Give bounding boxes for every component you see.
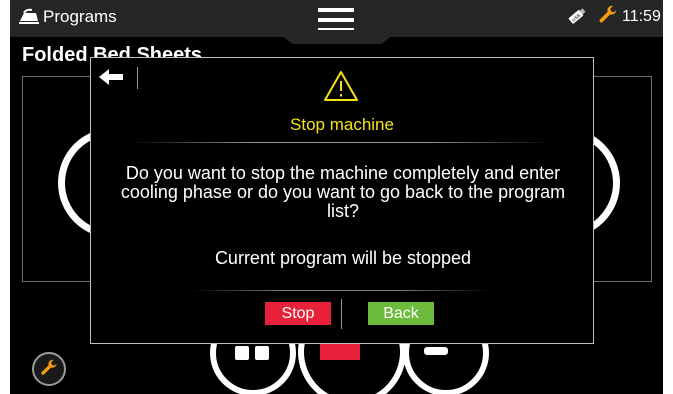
wrench-icon[interactable] [597,5,619,27]
usb-stick-icon: USB [568,8,586,24]
wrench-icon [41,359,57,375]
stop-icon [320,344,360,360]
divider [131,142,551,143]
pause-icon [235,346,275,360]
step-icon [424,347,448,355]
stop-button[interactable]: Stop [265,302,331,325]
top-bar-notch [275,30,399,44]
warning-icon [324,71,358,101]
stop-machine-dialog: Stop machine Do you want to stop the mac… [90,57,594,344]
button-separator [341,299,342,329]
clock: 11:59 [622,8,661,25]
dialog-title: Stop machine [290,115,394,134]
back-arrow-icon[interactable] [97,67,127,87]
iron-icon [19,8,39,24]
divider [191,290,491,291]
machine-screen: Folded Bed Sheets Programs USB 11:59 Sto… [10,0,663,394]
app-title: Programs [43,7,117,26]
dialog-note: Current program will be stopped [214,248,472,268]
header-divider [137,67,138,89]
back-button[interactable]: Back [368,302,434,325]
dialog-message: Do you want to stop the machine complete… [120,163,566,221]
service-button[interactable] [32,352,66,386]
